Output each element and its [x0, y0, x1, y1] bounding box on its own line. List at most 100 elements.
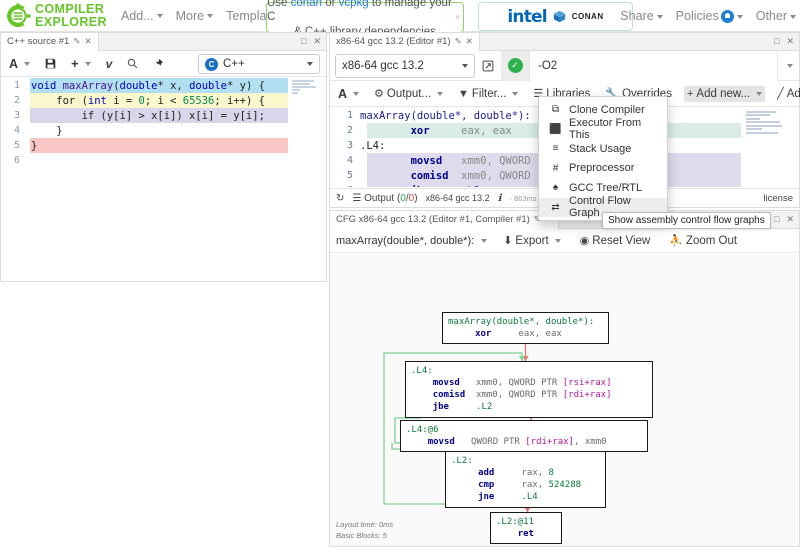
chevron-down-icon — [656, 14, 663, 19]
code-line[interactable]: 4 } — [1, 123, 326, 138]
add-new-dropdown-menu[interactable]: ⧉ Clone Compiler ⬛ Executor From This ≡ Stack… — [538, 96, 668, 221]
popout-button[interactable] — [475, 53, 501, 79]
code-text: for (int i = 0; i < 65536; i++) { — [31, 94, 265, 107]
cfg-tab[interactable]: CFG x86-64 gcc 13.2 (Editor #1, Compiler… — [330, 210, 560, 229]
conan-link[interactable]: conan — [291, 0, 322, 9]
sponsor-banner[interactable]: intel CONAN — [478, 2, 633, 31]
add-new-button[interactable]: + Add new... — [683, 85, 766, 102]
reset-view-button[interactable]: ◉ Reset View — [577, 232, 654, 249]
brand-logo[interactable]: COMPILER EXPLORER — [0, 2, 107, 29]
nav-item-other[interactable]: Other — [756, 9, 796, 23]
cfg-node-line: jbe .L2 — [432, 402, 493, 413]
line-number: 6 — [330, 185, 360, 187]
close-icon[interactable]: ✕ — [786, 36, 794, 47]
cfg-node[interactable]: .L4:@6 movsd QWORD PTR [rdi+rax], xmm0 — [400, 420, 648, 453]
cfg-function-label: maxArray(double*, double*): — [336, 234, 475, 247]
font-size-button[interactable]: A — [335, 85, 362, 103]
recompile-icon[interactable]: ↻ — [336, 193, 344, 204]
source-code-editor[interactable]: 1 void maxArray(double* x, double* y) {2 … — [1, 78, 326, 281]
info-icon[interactable]: ℹ — [498, 193, 502, 204]
chevron-down-icon — [207, 14, 214, 19]
cfg-node[interactable]: maxArray(double*, double*): xor eax, eax — [442, 312, 609, 345]
menu-item-icon: ⧉ — [551, 104, 560, 116]
nav-item-add[interactable]: Add... — [121, 9, 163, 23]
save-icon — [45, 58, 56, 69]
cfg-function-select[interactable]: maxArray(double*, double*): — [336, 234, 488, 247]
nav-menu: Add... More Templates — [121, 9, 283, 23]
maximize-icon[interactable]: □ — [301, 36, 306, 47]
vcpkg-link[interactable]: vcpkg — [339, 0, 369, 9]
vim-mode-button[interactable]: v — [103, 55, 116, 73]
tool-icon: ╱ — [777, 88, 784, 100]
close-icon[interactable]: ✕ — [84, 36, 91, 47]
chevron-down-icon — [790, 14, 796, 19]
code-line[interactable]: 1 void maxArray(double* x, double* y) { — [1, 78, 326, 93]
gear-logo-icon — [7, 2, 31, 27]
cfg-pane: CFG x86-64 gcc 13.2 (Editor #1, Compiler… — [329, 210, 800, 547]
compile-status: ✓ — [501, 50, 529, 81]
filter-button[interactable]: ▼ Filter... — [455, 86, 521, 102]
output-toggle[interactable]: ☰ Output (0/0) — [352, 193, 417, 204]
ad-close-icon[interactable]: × — [455, 12, 460, 23]
code-text: if (y[i] > x[i]) x[i] = y[i]; — [31, 109, 265, 122]
options-dropdown-button[interactable] — [777, 50, 799, 81]
rename-icon[interactable]: ✎ — [455, 36, 462, 47]
cfg-node-line: ret — [517, 529, 534, 540]
compiler-options-input[interactable] — [529, 50, 777, 81]
add-tool-button[interactable]: ╱Add tool... — [774, 85, 800, 102]
gear-icon: ⚙ — [374, 88, 384, 100]
line-number: 3 — [13, 110, 20, 121]
nav-item-more[interactable]: More — [176, 9, 214, 23]
chevron-down-icon — [84, 61, 91, 66]
menu-item-label: Clone Compiler — [569, 103, 645, 116]
compiler-tab[interactable]: x86-64 gcc 13.2 (Editor #1) ✎ ✕ — [330, 32, 480, 51]
code-line[interactable]: 5} — [1, 138, 326, 153]
close-icon[interactable]: ✕ — [786, 214, 794, 225]
menu-item-executor-from-this[interactable]: ⬛ Executor From This — [539, 117, 667, 141]
menu-item-preprocessor[interactable]: # Preprocessor — [539, 159, 667, 179]
editor-tab[interactable]: C++ source #1 ✎ ✕ — [1, 32, 99, 51]
nav-item-share[interactable]: Share — [620, 9, 663, 23]
chevron-down-icon — [756, 91, 763, 96]
font-size-button[interactable]: A — [6, 55, 33, 73]
ad-banner[interactable]: Use conan or vcpkg to manage your C & C+… — [266, 0, 464, 38]
search-button[interactable] — [124, 56, 141, 71]
cfg-node[interactable]: .L2: add rax, 8 cmp rax, 524288 jne .L4 — [445, 451, 606, 508]
cfg-node-line: cmp rax, 524288 — [478, 480, 582, 491]
add-button[interactable]: + — [68, 54, 94, 73]
language-label: C++ — [223, 58, 245, 70]
cfg-node[interactable]: .L4: movsd xmm0, QWORD PTR [rsi+rax] com… — [405, 361, 653, 418]
line-number: 5 — [346, 170, 353, 181]
close-icon[interactable]: ✕ — [313, 36, 321, 47]
compiler-select[interactable]: x86-64 gcc 13.2 — [335, 53, 475, 78]
plus-icon: + — [686, 87, 694, 100]
cfg-node-line: add rax, 8 — [478, 468, 554, 479]
line-number: 6 — [13, 155, 20, 166]
maximize-icon[interactable]: □ — [774, 36, 779, 47]
chevron-down-icon — [437, 91, 444, 96]
pin-button[interactable] — [150, 56, 167, 71]
license-link[interactable]: license — [763, 193, 793, 204]
output-button[interactable]: ⚙ Output... — [371, 85, 446, 102]
close-icon[interactable]: ✕ — [466, 36, 473, 47]
editor-pane: C++ source #1 ✎ ✕ □ ✕ A + v C C++ 1 void… — [0, 32, 327, 282]
maximize-icon[interactable]: □ — [774, 214, 779, 225]
menu-item-stack-usage[interactable]: ≡ Stack Usage — [539, 139, 667, 159]
nav-item-policies[interactable]: Policies — [676, 9, 743, 24]
cfg-node-line: jne .L4 — [478, 492, 538, 503]
line-number: 4 — [346, 155, 353, 166]
code-line[interactable]: 3 if (y[i] > x[i]) x[i] = y[i]; — [1, 108, 326, 123]
cfg-node-line: .L4:@6 — [406, 425, 439, 435]
language-select[interactable]: C C++ — [198, 54, 320, 74]
line-number: 3 — [346, 140, 353, 151]
code-line[interactable]: 6 — [1, 153, 326, 168]
zoom-out-button[interactable]: ⛹ Zoom Out — [666, 232, 740, 249]
cfg-node[interactable]: .L2:@11 ret — [490, 512, 562, 545]
rename-icon[interactable]: ✎ — [73, 36, 80, 47]
export-button[interactable]: ⬇ Export — [500, 232, 563, 249]
cfg-graph-canvas[interactable]: Layout time: 0ms Basic Blocks: 5 maxArra… — [330, 254, 799, 546]
save-button[interactable] — [42, 56, 59, 71]
status-compiler-name: x86-64 gcc 13.2 — [425, 193, 490, 203]
code-line[interactable]: 2 for (int i = 0; i < 65536; i++) { — [1, 93, 326, 108]
ad-line-1: Use conan or vcpkg to manage your C — [267, 0, 463, 25]
